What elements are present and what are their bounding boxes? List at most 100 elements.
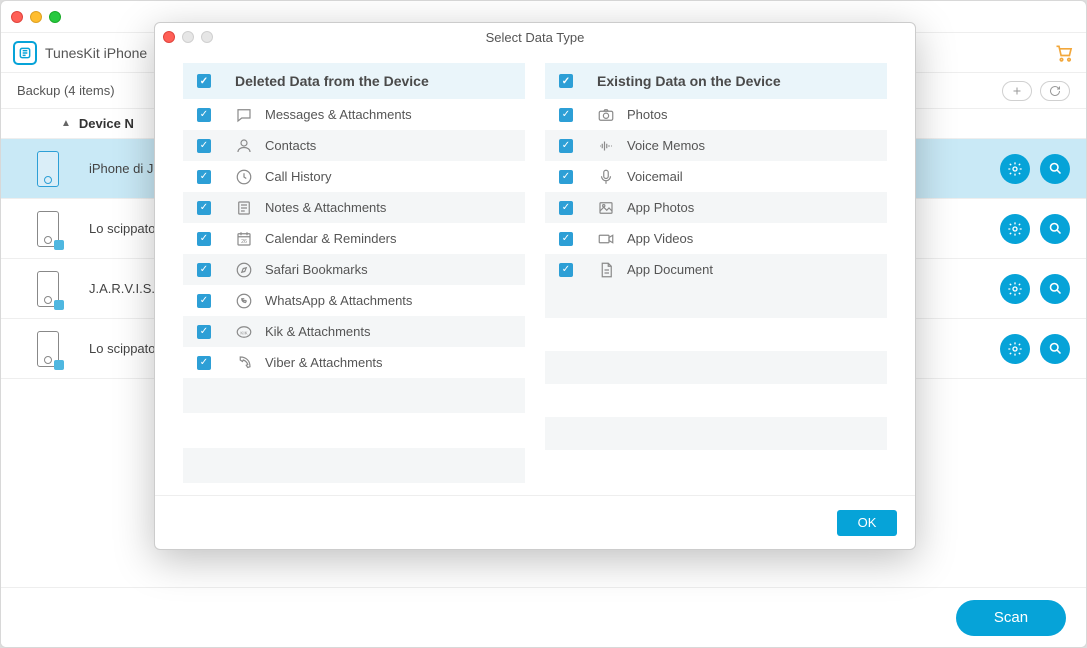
- note-icon: [235, 199, 255, 217]
- subheader-actions: [1002, 81, 1070, 101]
- backup-count-label: Backup (4 items): [17, 83, 115, 98]
- deleted-data-column: Deleted Data from the Device Messages & …: [183, 63, 525, 483]
- mic-icon: [597, 168, 617, 186]
- cart-icon[interactable]: [1054, 43, 1074, 63]
- search-button[interactable]: [1040, 274, 1070, 304]
- sort-indicator-icon[interactable]: ▲: [61, 118, 71, 129]
- checkbox[interactable]: [197, 325, 211, 339]
- checkbox[interactable]: [197, 139, 211, 153]
- app-logo-icon: [13, 41, 37, 65]
- existing-data-header: Existing Data on the Device: [545, 63, 887, 99]
- data-type-row[interactable]: KIKKik & Attachments: [183, 316, 525, 347]
- minimize-modal-button: [182, 31, 194, 43]
- checkbox[interactable]: [197, 170, 211, 184]
- checkbox[interactable]: [197, 108, 211, 122]
- modal-footer: OK: [155, 495, 915, 549]
- contact-icon: [235, 137, 255, 155]
- data-type-label: App Videos: [627, 231, 693, 246]
- modal-titlebar: Select Data Type: [155, 23, 915, 51]
- close-window-button[interactable]: [11, 11, 23, 23]
- data-type-label: Photos: [627, 107, 667, 122]
- data-type-label: Call History: [265, 169, 331, 184]
- minimize-window-button[interactable]: [30, 11, 42, 23]
- phone-icon: [37, 331, 59, 367]
- close-modal-button[interactable]: [163, 31, 175, 43]
- search-button[interactable]: [1040, 334, 1070, 364]
- refresh-button[interactable]: [1040, 81, 1070, 101]
- camera-icon: [597, 106, 617, 124]
- select-data-type-dialog: Select Data Type Deleted Data from the D…: [154, 22, 916, 550]
- data-type-row[interactable]: 26Calendar & Reminders: [183, 223, 525, 254]
- column-device-name[interactable]: Device N: [79, 116, 134, 131]
- checkbox[interactable]: [197, 201, 211, 215]
- kik-icon: KIK: [235, 323, 255, 341]
- app-title: TunesKit iPhone: [45, 45, 147, 61]
- deleted-data-header-label: Deleted Data from the Device: [235, 73, 429, 89]
- data-type-row[interactable]: Photos: [545, 99, 887, 130]
- svg-text:KIK: KIK: [240, 330, 247, 335]
- ok-button[interactable]: OK: [837, 510, 897, 536]
- filler: [183, 378, 525, 483]
- deleted-data-items: Messages & Attachments Contacts Call Histo…: [183, 99, 525, 378]
- data-type-label: Voice Memos: [627, 138, 705, 153]
- data-type-row[interactable]: Contacts: [183, 130, 525, 161]
- deleted-data-header: Deleted Data from the Device: [183, 63, 525, 99]
- checkbox[interactable]: [559, 170, 573, 184]
- data-type-label: Notes & Attachments: [265, 200, 386, 215]
- checkbox[interactable]: [559, 232, 573, 246]
- image-icon: [597, 199, 617, 217]
- checkbox[interactable]: [559, 139, 573, 153]
- message-icon: [235, 106, 255, 124]
- settings-button[interactable]: [1000, 214, 1030, 244]
- data-type-label: Safari Bookmarks: [265, 262, 368, 277]
- row-actions: [1000, 214, 1070, 244]
- modal-title: Select Data Type: [155, 30, 915, 45]
- data-type-row[interactable]: Viber & Attachments: [183, 347, 525, 378]
- data-type-row[interactable]: App Photos: [545, 192, 887, 223]
- data-type-row[interactable]: App Document: [545, 254, 887, 285]
- settings-button[interactable]: [1000, 154, 1030, 184]
- search-button[interactable]: [1040, 214, 1070, 244]
- add-button[interactable]: [1002, 81, 1032, 101]
- data-type-label: App Document: [627, 262, 713, 277]
- data-type-row[interactable]: WhatsApp & Attachments: [183, 285, 525, 316]
- existing-data-items: Photos Voice Memos VoicemailApp Photos App …: [545, 99, 887, 285]
- data-type-row[interactable]: Call History: [183, 161, 525, 192]
- checkbox[interactable]: [559, 108, 573, 122]
- search-button[interactable]: [1040, 154, 1070, 184]
- checkbox[interactable]: [197, 294, 211, 308]
- checkbox[interactable]: [197, 263, 211, 277]
- data-type-row[interactable]: Messages & Attachments: [183, 99, 525, 130]
- filler: [545, 285, 887, 483]
- checkbox[interactable]: [559, 263, 573, 277]
- row-actions: [1000, 274, 1070, 304]
- scan-button[interactable]: Scan: [956, 600, 1066, 636]
- modal-body: Deleted Data from the Device Messages & …: [155, 51, 915, 495]
- select-all-existing-checkbox[interactable]: [559, 74, 573, 88]
- select-all-deleted-checkbox[interactable]: [197, 74, 211, 88]
- settings-button[interactable]: [1000, 274, 1030, 304]
- clock-icon: [235, 168, 255, 186]
- main-footer: Scan: [1, 587, 1086, 647]
- viber-icon: [235, 354, 255, 372]
- settings-button[interactable]: [1000, 334, 1030, 364]
- data-type-label: Contacts: [265, 138, 316, 153]
- data-type-row[interactable]: Safari Bookmarks: [183, 254, 525, 285]
- data-type-label: Viber & Attachments: [265, 355, 383, 370]
- data-type-row[interactable]: Voicemail: [545, 161, 887, 192]
- row-actions: [1000, 154, 1070, 184]
- existing-data-header-label: Existing Data on the Device: [597, 73, 781, 89]
- checkbox[interactable]: [197, 356, 211, 370]
- data-type-row[interactable]: Notes & Attachments: [183, 192, 525, 223]
- checkbox[interactable]: [559, 201, 573, 215]
- data-type-row[interactable]: Voice Memos: [545, 130, 887, 161]
- data-type-row[interactable]: App Videos: [545, 223, 887, 254]
- data-type-label: WhatsApp & Attachments: [265, 293, 412, 308]
- calendar-icon: 26: [235, 230, 255, 248]
- video-icon: [597, 230, 617, 248]
- row-actions: [1000, 334, 1070, 364]
- checkbox[interactable]: [197, 232, 211, 246]
- voice-icon: [597, 137, 617, 155]
- maximize-window-button[interactable]: [49, 11, 61, 23]
- doc-icon: [597, 261, 617, 279]
